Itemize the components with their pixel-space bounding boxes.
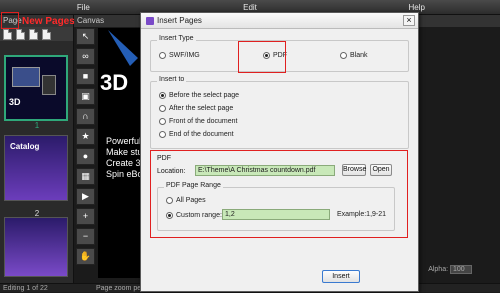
new-page-icon[interactable] — [3, 28, 12, 40]
radio-label: After the select page — [169, 105, 234, 112]
radio-before-page[interactable]: Before the select page — [159, 92, 239, 99]
insert-button[interactable]: Insert — [322, 270, 360, 283]
youtube-icon[interactable]: ▶ — [76, 188, 95, 205]
duplicate-page-icon[interactable] — [29, 28, 38, 40]
open-button[interactable]: Open — [370, 164, 392, 176]
app-icon — [146, 17, 154, 25]
delete-page-icon[interactable] — [42, 28, 51, 40]
video-icon[interactable]: ■ — [76, 68, 95, 85]
callout-arrow-icon — [108, 30, 138, 66]
radio-icon — [159, 131, 166, 138]
insert-page-icon[interactable] — [16, 28, 25, 40]
dialog-titlebar: Insert Pages × — [141, 13, 418, 29]
radio-icon — [159, 52, 166, 59]
radio-selected-icon — [159, 92, 166, 99]
tools-strip: ↖ ∞ ■ ▣ ∩ ★ ● ▦ ▶ + − ✋ — [76, 28, 96, 278]
radio-blank[interactable]: Blank — [340, 52, 368, 59]
page-thumbnail-1[interactable]: 3D — [4, 55, 68, 121]
insert-to-group: Insert to Before the select page After t… — [150, 76, 409, 149]
thumbnail-2-title: Catalog — [10, 142, 40, 151]
button-icon[interactable]: ● — [76, 148, 95, 165]
new-pages-callout-label: New Pages — [22, 16, 75, 27]
zoom-out-icon[interactable]: − — [76, 228, 95, 245]
custom-range-input[interactable]: 1,2 — [222, 209, 330, 220]
radio-label: Before the select page — [169, 92, 240, 99]
radio-icon — [166, 197, 173, 204]
radio-label: SWF/IMG — [169, 52, 200, 59]
radio-end-of-document[interactable]: End of the document — [159, 131, 234, 138]
radio-all-pages[interactable]: All Pages — [166, 197, 206, 204]
thumbnail-monitor-graphic — [12, 67, 40, 87]
radio-front-of-document[interactable]: Front of the document — [159, 118, 237, 125]
pdf-callout-box — [238, 41, 286, 73]
link-icon[interactable]: ∞ — [76, 48, 95, 65]
headphones-icon[interactable]: ∩ — [76, 108, 95, 125]
alpha-control: Alpha: 100 — [428, 265, 472, 274]
radio-label: Custom range: — [176, 212, 222, 219]
thumbnail-tablet-graphic — [42, 75, 56, 95]
radio-swf-img[interactable]: SWF/IMG — [159, 52, 200, 59]
location-input[interactable]: E:\Theme\A Christmas countdown.pdf — [195, 165, 335, 176]
radio-custom-range[interactable]: Custom range: — [166, 212, 222, 219]
page-thumbnail-2[interactable]: Catalog — [4, 135, 68, 201]
gallery-icon[interactable]: ▦ — [76, 168, 95, 185]
pdf-section-title: PDF — [157, 155, 171, 162]
pages-toolbar — [0, 27, 73, 41]
insert-type-label: Insert Type — [157, 35, 196, 42]
page-thumbnail-3[interactable] — [4, 217, 68, 277]
range-example-text: Example:1,9-21 — [337, 211, 387, 218]
cursor-icon[interactable]: ↖ — [76, 28, 95, 45]
thumbnail-1-title: 3D — [9, 97, 21, 107]
new-pages-callout-box — [1, 12, 19, 29]
insert-to-label: Insert to — [157, 76, 187, 83]
canvas-headline: 3D — [100, 70, 129, 95]
alpha-label: Alpha: — [428, 266, 449, 273]
close-icon[interactable]: × — [403, 15, 415, 26]
radio-icon — [159, 105, 166, 112]
radio-label: Blank — [350, 52, 368, 59]
zoom-in-icon[interactable]: + — [76, 208, 95, 225]
radio-label: All Pages — [176, 197, 206, 204]
flash-icon[interactable]: ★ — [76, 128, 95, 145]
radio-selected-icon — [166, 212, 173, 219]
radio-after-page[interactable]: After the select page — [159, 105, 233, 112]
radio-label: End of the document — [169, 131, 234, 138]
radio-icon — [340, 52, 347, 59]
dialog-title: Insert Pages — [157, 16, 202, 25]
image-icon[interactable]: ▣ — [76, 88, 95, 105]
insert-pages-dialog: Insert Pages × Insert Type SWF/IMG PDF B… — [140, 12, 419, 292]
radio-label: Front of the document — [169, 118, 238, 125]
browse-button[interactable]: Browse — [342, 164, 366, 176]
radio-icon — [159, 118, 166, 125]
alpha-input[interactable]: 100 — [450, 265, 472, 274]
hand-icon[interactable]: ✋ — [76, 248, 95, 265]
thumbnail-1-caption: 1 — [34, 121, 40, 130]
location-label: Location: — [157, 168, 186, 175]
pdf-page-range-label: PDF Page Range — [164, 182, 223, 189]
pages-panel: Page 3D 1 Catalog 2 — [0, 15, 74, 283]
